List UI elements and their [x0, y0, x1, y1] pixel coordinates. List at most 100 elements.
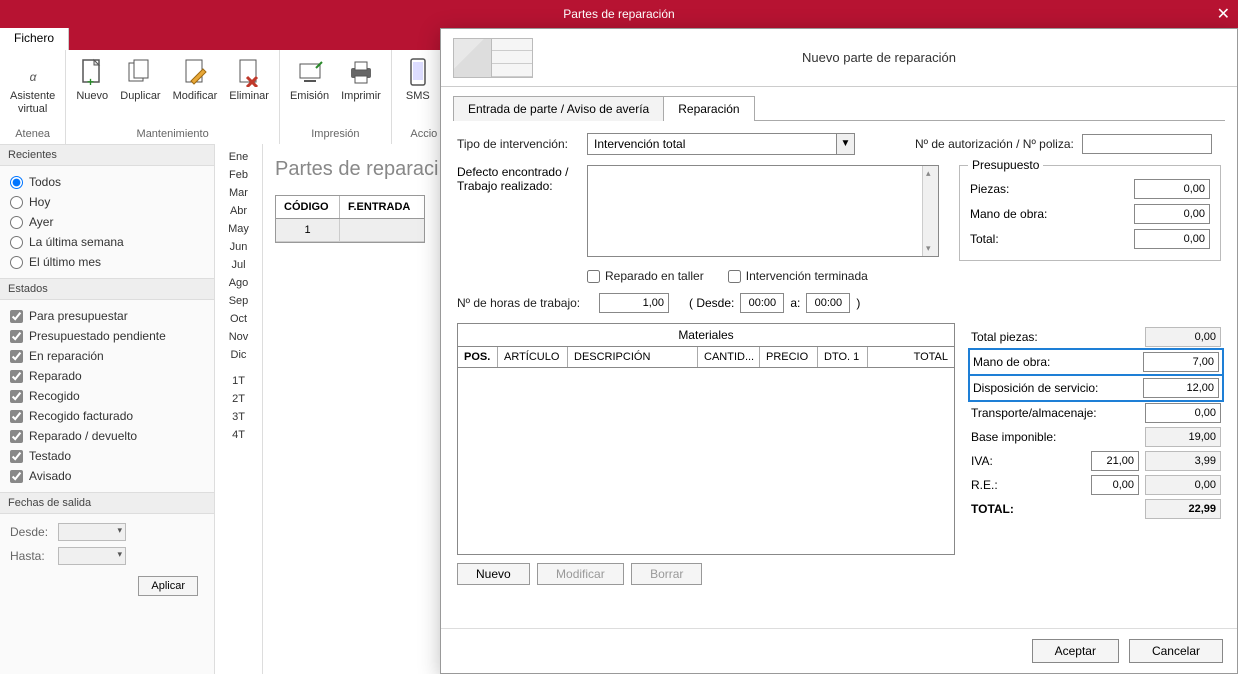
defecto-label-2: Trabajo realizado:: [457, 179, 587, 193]
modificar-button[interactable]: Modificar: [167, 52, 224, 126]
estado-check-0[interactable]: Para presupuestar: [10, 306, 204, 326]
estado-check-4[interactable]: Recogido: [10, 386, 204, 406]
col-pos[interactable]: POS.: [458, 347, 498, 367]
re-value: [1145, 475, 1221, 495]
estado-check-6[interactable]: Reparado / devuelto: [10, 426, 204, 446]
month-2T[interactable]: 2T: [215, 390, 262, 408]
radio-ayer[interactable]: Ayer: [10, 212, 204, 232]
estado-check-7[interactable]: Testado: [10, 446, 204, 466]
month-Ene[interactable]: Ene: [215, 148, 262, 166]
month-Nov[interactable]: Nov: [215, 328, 262, 346]
month-Feb[interactable]: Feb: [215, 166, 262, 184]
iva-value: [1145, 451, 1221, 471]
total-base-value: [1145, 427, 1221, 447]
scrollbar[interactable]: [922, 166, 938, 256]
chevron-down-icon: ▼: [836, 134, 854, 154]
nuevo-button[interactable]: + Nuevo: [70, 52, 114, 126]
total-mano-input[interactable]: [1143, 352, 1219, 372]
dialog-nuevo-parte: Nuevo parte de reparación Entrada de par…: [440, 28, 1238, 674]
month-Jul[interactable]: Jul: [215, 256, 262, 274]
hasta-combo[interactable]: [58, 547, 126, 565]
tab-reparacion[interactable]: Reparación: [663, 96, 754, 121]
col-dto[interactable]: DTO. 1: [818, 347, 868, 367]
radio-todos[interactable]: Todos: [10, 172, 204, 192]
horas-label: Nº de horas de trabajo:: [457, 296, 599, 310]
re-pct-input[interactable]: [1091, 475, 1139, 495]
month-4T[interactable]: 4T: [215, 426, 262, 444]
aceptar-button[interactable]: Aceptar: [1032, 639, 1119, 663]
alpha-icon: α: [17, 56, 49, 88]
auth-input[interactable]: [1082, 134, 1212, 154]
presu-piezas-input[interactable]: [1134, 179, 1210, 199]
col-total[interactable]: TOTAL: [868, 347, 954, 367]
filter-panel: Recientes Todos Hoy Ayer La última seman…: [0, 144, 215, 674]
sms-button[interactable]: SMS: [396, 52, 440, 126]
ribbon-group-impresion: Impresión: [311, 126, 359, 142]
mat-borrar-button[interactable]: Borrar: [631, 563, 702, 585]
horas-input[interactable]: [599, 293, 669, 313]
emision-button[interactable]: Emisión: [284, 52, 335, 126]
month-Ago[interactable]: Ago: [215, 274, 262, 292]
estado-check-1[interactable]: Presupuestado pendiente: [10, 326, 204, 346]
desde-combo[interactable]: [58, 523, 126, 541]
grid-row[interactable]: 1: [276, 219, 424, 242]
total-piezas-value: [1145, 327, 1221, 347]
col-desc[interactable]: DESCRIPCIÓN: [568, 347, 698, 367]
presu-mano-input[interactable]: [1134, 204, 1210, 224]
aplicar-button[interactable]: Aplicar: [138, 576, 198, 596]
estado-check-8[interactable]: Avisado: [10, 466, 204, 486]
ribbon-group-mantenimiento: Mantenimiento: [137, 126, 209, 142]
radio-semana[interactable]: La última semana: [10, 232, 204, 252]
iva-pct-input[interactable]: [1091, 451, 1139, 471]
printer-icon: [345, 56, 377, 88]
window-title: Partes de reparación: [563, 7, 674, 21]
col-precio[interactable]: PRECIO: [760, 347, 818, 367]
duplicar-button[interactable]: Duplicar: [114, 52, 166, 126]
ribbon-tab-fichero[interactable]: Fichero: [0, 28, 69, 50]
month-Oct[interactable]: Oct: [215, 310, 262, 328]
month-Jun[interactable]: Jun: [215, 238, 262, 256]
emit-icon: [294, 56, 326, 88]
mat-nuevo-button[interactable]: Nuevo: [457, 563, 530, 585]
recientes-title: Recientes: [0, 144, 214, 166]
month-Dic[interactable]: Dic: [215, 346, 262, 364]
defecto-textarea[interactable]: [587, 165, 939, 257]
tab-entrada[interactable]: Entrada de parte / Aviso de avería: [453, 96, 664, 121]
materiales-body[interactable]: [458, 368, 954, 554]
month-Sep[interactable]: Sep: [215, 292, 262, 310]
col-cant[interactable]: CANTID...: [698, 347, 760, 367]
desde-time-input[interactable]: [740, 293, 784, 313]
layout-thumb-icon[interactable]: [453, 38, 533, 78]
estado-check-5[interactable]: Recogido facturado: [10, 406, 204, 426]
col-fentrada[interactable]: F.ENTRADA: [340, 196, 424, 218]
month-Abr[interactable]: Abr: [215, 202, 262, 220]
tipo-combo[interactable]: Intervención total ▼: [587, 133, 855, 155]
radio-hoy[interactable]: Hoy: [10, 192, 204, 212]
radio-mes[interactable]: El último mes: [10, 252, 204, 272]
dialog-title: Nuevo parte de reparación: [533, 50, 1225, 65]
chk-reparado-taller[interactable]: Reparado en taller: [587, 269, 704, 283]
col-codigo[interactable]: CÓDIGO: [276, 196, 340, 218]
cancelar-button[interactable]: Cancelar: [1129, 639, 1223, 663]
imprimir-button[interactable]: Imprimir: [335, 52, 387, 126]
hasta-time-input[interactable]: [806, 293, 850, 313]
presu-total-input[interactable]: [1134, 229, 1210, 249]
month-Mar[interactable]: Mar: [215, 184, 262, 202]
grand-total-value: [1145, 499, 1221, 519]
estado-check-3[interactable]: Reparado: [10, 366, 204, 386]
mat-modificar-button[interactable]: Modificar: [537, 563, 624, 585]
auth-label: Nº de autorización / Nº poliza:: [915, 137, 1074, 151]
total-trans-input[interactable]: [1145, 403, 1221, 423]
month-May[interactable]: May: [215, 220, 262, 238]
col-articulo[interactable]: ARTÍCULO: [498, 347, 568, 367]
materiales-table: Materiales POS. ARTÍCULO DESCRIPCIÓN CAN…: [457, 323, 955, 555]
eliminar-button[interactable]: Eliminar: [223, 52, 275, 126]
close-icon[interactable]: ✕: [1217, 4, 1230, 24]
total-disp-input[interactable]: [1143, 378, 1219, 398]
document-copy-icon: [124, 56, 156, 88]
chk-intervencion-terminada[interactable]: Intervención terminada: [728, 269, 868, 283]
month-1T[interactable]: 1T: [215, 372, 262, 390]
month-3T[interactable]: 3T: [215, 408, 262, 426]
estado-check-2[interactable]: En reparación: [10, 346, 204, 366]
asistente-virtual-button[interactable]: α Asistente virtual: [4, 52, 61, 126]
